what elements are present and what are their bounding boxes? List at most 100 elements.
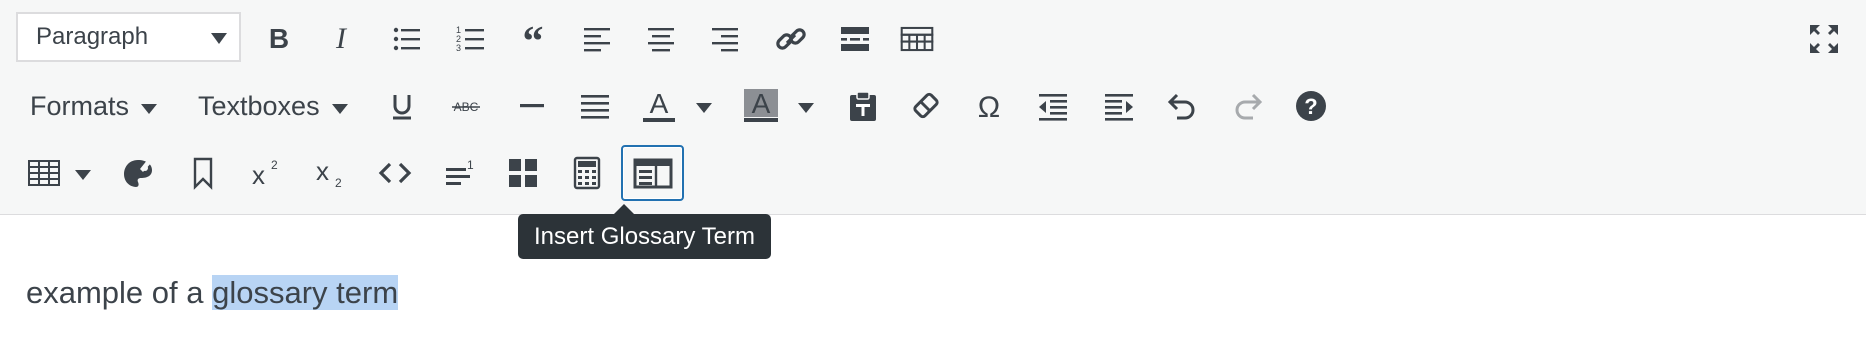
background-color-button[interactable]: A — [735, 80, 787, 132]
subscript-button[interactable]: x2 — [304, 147, 356, 199]
fullscreen-icon — [1810, 25, 1838, 53]
indent-button[interactable] — [1093, 80, 1145, 132]
insert-link-button[interactable] — [765, 13, 817, 65]
text-color-button[interactable]: A — [633, 80, 685, 132]
clear-formatting-button[interactable] — [900, 80, 952, 132]
blockquote-icon: “ — [523, 22, 544, 56]
palette-button[interactable] — [112, 147, 164, 199]
underline-button[interactable] — [376, 80, 428, 132]
toolbar-toggle-button[interactable] — [891, 13, 943, 65]
numbered-list-button[interactable]: 123 — [445, 13, 497, 65]
textboxes-menu[interactable]: Textboxes — [198, 80, 348, 132]
calculator-icon — [573, 156, 601, 190]
calculator-button[interactable] — [561, 147, 613, 199]
superscript-button[interactable]: x2 — [240, 147, 292, 199]
background-color-icon: A — [744, 89, 778, 122]
justify-button[interactable] — [569, 80, 621, 132]
read-more-button[interactable] — [829, 13, 881, 65]
text-color-icon: A — [643, 89, 675, 122]
redo-button[interactable] — [1222, 80, 1274, 132]
chevron-down-icon — [211, 33, 227, 44]
svg-text:?: ? — [1304, 94, 1317, 119]
special-character-icon: Ω — [978, 91, 1000, 123]
align-center-icon — [648, 28, 674, 52]
numbered-list-icon: 123 — [456, 25, 484, 53]
table-button[interactable] — [18, 147, 70, 199]
italic-button[interactable]: I — [315, 13, 367, 65]
chevron-down-icon — [141, 104, 158, 114]
link-icon — [776, 28, 806, 50]
horizontal-line-icon — [520, 104, 544, 108]
editor-content[interactable]: example of a glossary term — [26, 270, 399, 316]
chevron-down-icon[interactable] — [798, 103, 814, 113]
bulleted-list-icon — [393, 27, 420, 51]
special-character-button[interactable]: Ω — [963, 80, 1015, 132]
strikethrough-button[interactable]: ABC — [440, 80, 492, 132]
align-right-icon — [712, 28, 738, 52]
bulleted-list-button[interactable] — [381, 13, 433, 65]
code-icon — [378, 162, 412, 184]
table-icon — [28, 160, 60, 186]
help-button[interactable]: ? — [1285, 80, 1337, 132]
toolbar-row-3: x2 x2 1 — [0, 140, 1866, 206]
bold-icon: B — [269, 23, 289, 54]
align-left-button[interactable] — [571, 13, 623, 65]
paragraph-format-select[interactable]: Paragraph — [16, 12, 241, 62]
paste-as-text-button[interactable] — [837, 80, 889, 132]
fullscreen-button[interactable] — [1798, 13, 1850, 65]
svg-text:2: 2 — [335, 176, 342, 190]
bookmark-icon — [193, 157, 213, 190]
undo-button[interactable] — [1156, 80, 1208, 132]
svg-text:x: x — [316, 156, 329, 186]
footnote-icon: 1 — [446, 158, 474, 185]
svg-text:x: x — [252, 160, 265, 190]
blocks-button[interactable] — [497, 147, 549, 199]
footnote-button[interactable]: 1 — [434, 147, 486, 199]
undo-icon — [1167, 93, 1195, 120]
glossary-icon — [633, 158, 672, 189]
redo-icon — [1235, 93, 1263, 120]
clear-formatting-icon — [913, 92, 939, 119]
bold-button[interactable]: B — [253, 13, 305, 65]
toolbar-row-2: Formats Textboxes ABC A A Ω ? — [0, 73, 1866, 139]
indent-icon — [1105, 94, 1133, 121]
insert-glossary-term-button[interactable] — [621, 145, 684, 201]
text-color-letter: A — [650, 89, 669, 119]
chevron-down-icon[interactable] — [696, 103, 712, 113]
align-center-button[interactable] — [635, 13, 687, 65]
palette-icon — [124, 159, 152, 187]
tooltip: Insert Glossary Term — [518, 204, 771, 259]
read-more-icon — [841, 27, 869, 51]
format-select-label: Paragraph — [36, 23, 149, 50]
chevron-down-icon — [331, 104, 348, 114]
align-right-button[interactable] — [699, 13, 751, 65]
justify-icon — [581, 95, 609, 119]
horizontal-line-button[interactable] — [506, 80, 558, 132]
content-text: example of a — [26, 275, 213, 310]
chevron-down-icon[interactable] — [75, 170, 91, 180]
outdent-button[interactable] — [1027, 80, 1079, 132]
align-left-icon — [584, 28, 610, 52]
underline-icon — [393, 95, 411, 120]
blockquote-button[interactable]: “ — [507, 13, 559, 65]
formats-menu-label: Formats — [30, 90, 130, 121]
text-editor: Paragraph B I 123 “ Formats Textboxes AB… — [0, 0, 1866, 354]
paste-as-text-icon — [850, 91, 876, 121]
svg-text:2: 2 — [271, 158, 278, 172]
svg-text:Ω: Ω — [978, 91, 1000, 123]
toolbar-row-1: Paragraph B I 123 “ — [0, 6, 1866, 72]
outdent-icon — [1039, 94, 1067, 121]
background-color-letter: A — [752, 89, 771, 119]
superscript-icon: x2 — [252, 158, 278, 190]
svg-text:I: I — [335, 22, 348, 55]
toolbar-toggle-icon — [900, 26, 934, 52]
formats-menu[interactable]: Formats — [30, 80, 158, 132]
svg-text:B: B — [269, 23, 289, 54]
bookmark-button[interactable] — [177, 147, 229, 199]
editor-toolbar: Paragraph B I 123 “ Formats Textboxes AB… — [0, 0, 1866, 215]
strikethrough-icon: ABC — [452, 100, 480, 114]
help-icon: ? — [1296, 91, 1326, 121]
code-button[interactable] — [369, 147, 421, 199]
svg-text:1: 1 — [467, 158, 474, 172]
svg-text:“: “ — [523, 22, 544, 56]
